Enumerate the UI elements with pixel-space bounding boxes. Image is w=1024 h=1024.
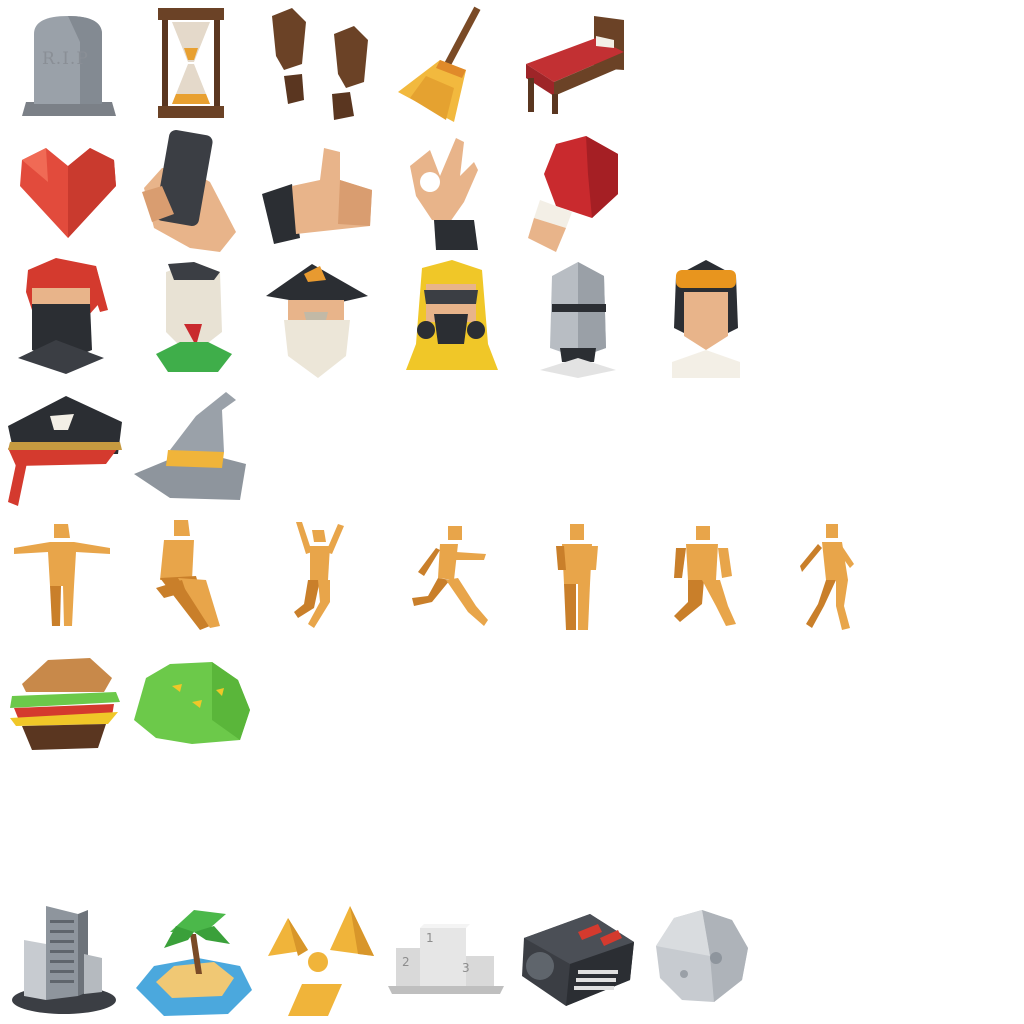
podium-third-label: 3 [462,961,470,975]
burger-icon [8,656,120,752]
hourglass-icon [154,8,228,120]
radiation-icon [266,904,376,1018]
thumbs-up-icon [260,146,374,246]
bed-icon [524,16,626,114]
running-figure-icon [410,526,490,630]
icon-sheet: R.I.P 1 2 3 [0,0,1024,1024]
boxing-glove-icon [526,134,622,252]
sitting-figure-icon [156,518,222,632]
footprints-icon [268,8,372,122]
kneeling-figure-icon [672,526,740,628]
racer-head-icon [670,258,742,378]
tombstone-label: R.I.P [42,49,89,69]
standing-figure-icon [554,524,600,632]
palm-island-icon [134,904,254,1018]
knight-helmet-icon [538,262,618,378]
engine-icon [518,908,638,1008]
skyscraper-icon [10,904,118,1018]
walking-figure-icon [800,524,856,632]
hand-phone-icon [140,128,240,254]
broom-icon [396,4,492,122]
tombstone-icon: R.I.P [20,12,118,120]
moon-icon [654,908,750,1004]
ninja-head-icon [16,258,108,376]
jumping-figure-icon [292,522,346,630]
wizard-hat-icon [134,392,246,502]
ok-hand-icon [408,132,480,252]
zombie-head-icon [154,262,234,374]
podium-first-label: 1 [426,931,434,945]
grass-island-icon [132,660,252,746]
t-pose-figure-icon [14,524,110,628]
podium-second-label: 2 [402,955,410,969]
wizard-head-icon [264,260,370,378]
hazmat-head-icon [404,260,498,378]
podium-icon: 1 2 3 [386,922,506,996]
pirate-hat-icon [6,396,124,508]
heart-icon [18,146,118,240]
